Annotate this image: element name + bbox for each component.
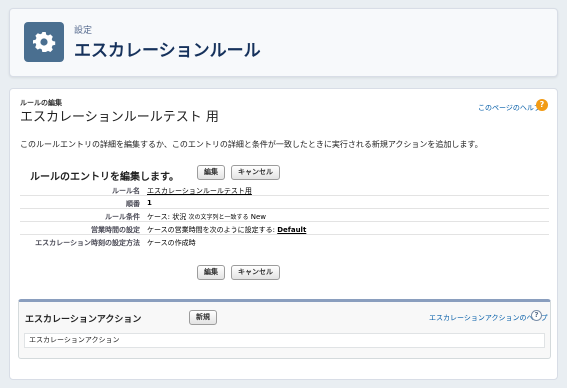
new-action-button[interactable]: 新規 [189,310,217,325]
cancel-button-bottom[interactable]: キャンセル [231,265,280,280]
breadcrumb[interactable]: 設定 [74,23,92,36]
escalation-actions-section: エスカレーションアクション 新規 エスカレーションアクションのヘルプ ? エスカ… [18,299,551,359]
detail-label: ルール条件 [105,213,140,221]
escalation-time-value: ケースの作成時 [147,239,196,247]
detail-table: ルール名 エスカレーションルールテスト用 順番 1 ルール条件 ケース: 状況 … [20,183,549,248]
condition-value-text: New [250,213,266,221]
section-heading: ルールのエントリを編集します。 [30,172,179,183]
escalation-actions-title: エスカレーションアクション [25,315,142,325]
detail-label: エスカレーション時刻の設定方法 [35,239,140,247]
main-card: ルールの編集 エスカレーションルールテスト 用 このページのヘルプ ? このルー… [9,88,558,380]
condition-value: ケース: 状況 次の文字列と一致する New [147,212,266,222]
page-header: 設定 エスカレーションルール [9,8,558,77]
business-hours-link[interactable]: Default [277,226,306,234]
business-hours-value: ケースの営業時間を次のように設定する: Default [147,225,306,235]
edit-button[interactable]: 編集 [197,165,225,180]
condition-operator: 次の文字列と一致する [188,214,249,221]
description-text: このルールエントリの詳細を編集するか、このエントリの詳細と条件が一致したときに実… [20,140,483,149]
detail-row-escalation-time: エスカレーション時刻の設定方法 ケースの作成時 [20,235,549,248]
detail-row-rule-name: ルール名 エスカレーションルールテスト用 [20,183,549,196]
question-icon[interactable]: ? [531,310,542,321]
detail-label: 営業時間の設定 [91,226,140,234]
detail-row-condition: ルール条件 ケース: 状況 次の文字列と一致する New [20,209,549,222]
help-icon[interactable]: ? [536,99,548,111]
detail-label: 順番 [126,200,140,208]
condition-field: ケース: 状況 [147,213,187,221]
order-value: 1 [147,199,152,207]
cancel-button[interactable]: キャンセル [231,165,280,180]
rule-title: エスカレーションルールテスト 用 [20,110,219,125]
page-help-link[interactable]: このページのヘルプ [478,103,541,113]
detail-row-business-hours: 営業時間の設定 ケースの営業時間を次のように設定する: Default [20,222,549,235]
gear-icon [24,22,64,62]
detail-row-order: 順番 1 [20,196,549,209]
rule-name-link[interactable]: エスカレーションルールテスト用 [147,186,252,196]
page-title: エスカレーションルール [74,41,261,61]
edit-button-bottom[interactable]: 編集 [197,265,225,280]
business-hours-text: ケースの営業時間を次のように設定する: [147,226,276,234]
detail-label: ルール名 [112,187,140,195]
escalation-actions-list-header: エスカレーションアクション [24,333,545,348]
escalation-help-link[interactable]: エスカレーションアクションのヘルプ [429,313,548,323]
